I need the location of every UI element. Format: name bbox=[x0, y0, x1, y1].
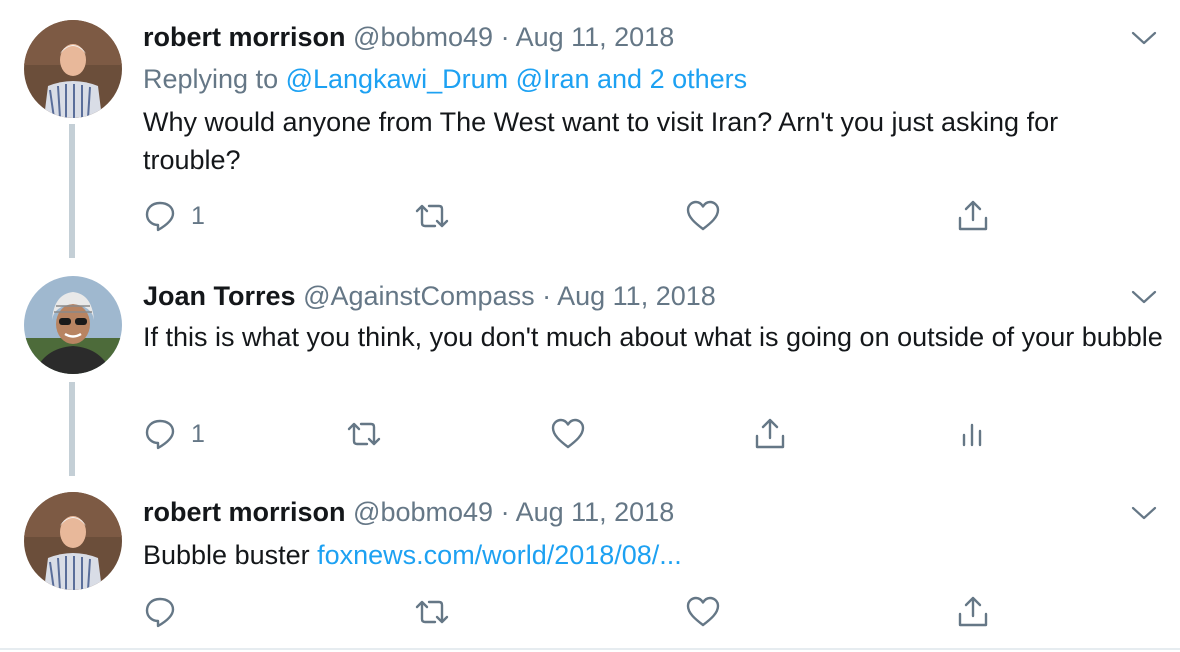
tweet-2[interactable]: Joan Torres @AgainstCompass · Aug 11, 20… bbox=[0, 260, 1180, 476]
replying-to-label: Replying to bbox=[143, 64, 286, 94]
reply-button[interactable]: 1 bbox=[143, 414, 205, 454]
retweet-button[interactable] bbox=[413, 196, 451, 236]
divider bbox=[0, 648, 1180, 650]
chevron-down-icon[interactable] bbox=[1130, 287, 1158, 307]
user-handle[interactable]: @AgainstCompass bbox=[303, 281, 535, 311]
display-name[interactable]: robert morrison bbox=[143, 22, 346, 52]
user-handle[interactable]: @bobmo49 bbox=[353, 497, 493, 527]
reply-button[interactable]: 1 bbox=[143, 196, 205, 236]
tweet-text: Why would anyone from The West want to v… bbox=[143, 107, 1059, 175]
reply-count: 1 bbox=[191, 201, 205, 230]
heart-icon bbox=[686, 200, 720, 231]
thread-line bbox=[69, 382, 75, 476]
replying-to-links[interactable]: @Langkawi_Drum @Iran and 2 others bbox=[286, 64, 748, 94]
share-icon bbox=[958, 200, 988, 231]
separator-dot: · bbox=[542, 281, 552, 311]
retweet-button[interactable] bbox=[345, 414, 383, 454]
retweet-icon bbox=[415, 600, 449, 624]
retweet-button[interactable] bbox=[413, 592, 451, 632]
retweet-icon bbox=[415, 204, 449, 228]
share-button[interactable] bbox=[955, 196, 991, 236]
like-button[interactable] bbox=[550, 414, 586, 454]
tweet-header: robert morrison @bobmo49 · Aug 11, 2018 bbox=[143, 20, 674, 54]
like-button[interactable] bbox=[685, 196, 721, 236]
tweet-text: If this is what you think, you don't muc… bbox=[143, 322, 1163, 352]
tweet-link[interactable]: foxnews.com/world/2018/08/... bbox=[317, 540, 682, 570]
share-icon bbox=[958, 596, 988, 627]
share-icon bbox=[755, 418, 785, 449]
thread-line bbox=[69, 124, 75, 258]
tweet-text-prefix: Bubble buster bbox=[143, 540, 318, 570]
heart-icon bbox=[686, 596, 720, 627]
chevron-down-icon[interactable] bbox=[1130, 28, 1158, 48]
avatar[interactable] bbox=[24, 20, 122, 118]
tweet-date[interactable]: Aug 11, 2018 bbox=[516, 22, 675, 52]
tweet-header: robert morrison @bobmo49 · Aug 11, 2018 bbox=[143, 495, 674, 529]
chevron-down-icon[interactable] bbox=[1130, 503, 1158, 523]
display-name[interactable]: Joan Torres bbox=[143, 281, 296, 311]
tweet-1[interactable]: robert morrison @bobmo49 · Aug 11, 2018 … bbox=[0, 0, 1180, 260]
reply-count: 1 bbox=[191, 419, 205, 448]
tweet-text: Bubble buster foxnews.com/world/2018/08/… bbox=[143, 536, 1163, 574]
separator-dot: · bbox=[500, 497, 510, 527]
retweet-icon bbox=[347, 422, 381, 446]
analytics-button[interactable] bbox=[960, 414, 988, 454]
replying-to: Replying to @Langkawi_Drum @Iran and 2 o… bbox=[143, 62, 747, 96]
reply-button[interactable] bbox=[143, 592, 177, 632]
tweet-date[interactable]: Aug 11, 2018 bbox=[557, 281, 716, 311]
like-button[interactable] bbox=[685, 592, 721, 632]
tweet-date[interactable]: Aug 11, 2018 bbox=[516, 497, 675, 527]
share-button[interactable] bbox=[752, 414, 788, 454]
separator-dot: · bbox=[500, 22, 510, 52]
share-button[interactable] bbox=[955, 592, 991, 632]
reply-icon bbox=[145, 201, 175, 232]
reply-icon bbox=[145, 419, 175, 450]
avatar[interactable] bbox=[24, 492, 122, 590]
tweet-3[interactable]: robert morrison @bobmo49 · Aug 11, 2018 … bbox=[0, 476, 1180, 648]
display-name[interactable]: robert morrison bbox=[143, 497, 346, 527]
reply-icon bbox=[145, 597, 175, 628]
heart-icon bbox=[551, 418, 585, 449]
avatar[interactable] bbox=[24, 276, 122, 374]
analytics-icon bbox=[962, 423, 982, 447]
tweet-header: Joan Torres @AgainstCompass · Aug 11, 20… bbox=[143, 279, 716, 313]
user-handle[interactable]: @bobmo49 bbox=[353, 22, 493, 52]
